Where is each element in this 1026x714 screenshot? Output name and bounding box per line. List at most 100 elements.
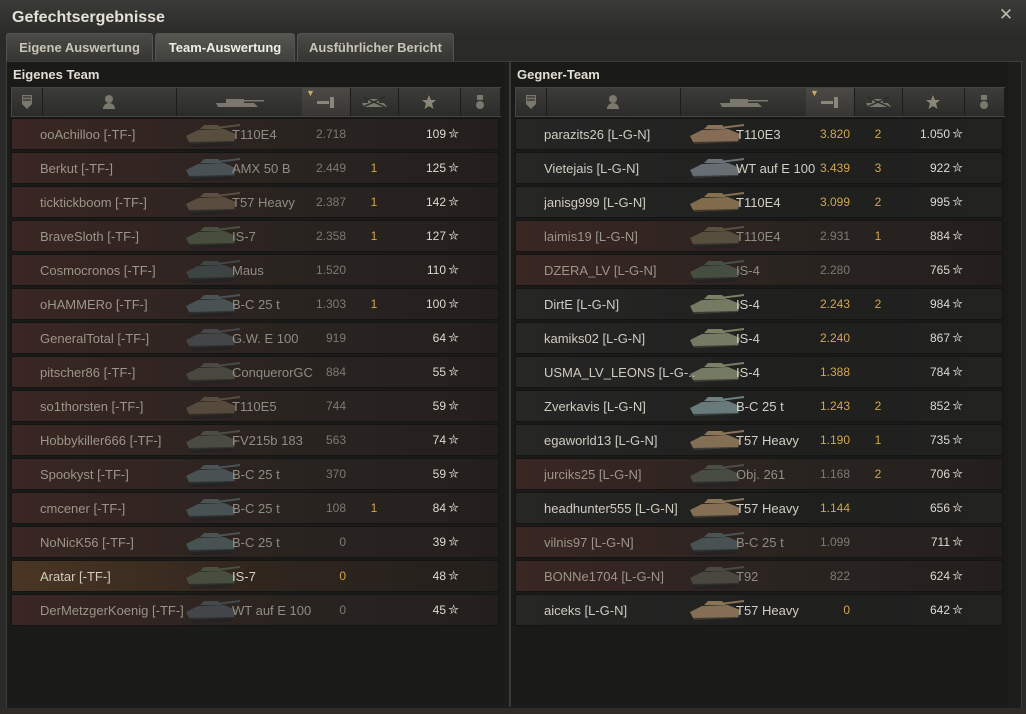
damage-icon xyxy=(315,95,337,109)
experience-value: 64 xyxy=(432,331,446,345)
kills-value: 1 xyxy=(874,433,882,447)
player-row[interactable]: vilnis97 [L-G-N] B-C 25 t 1.099 711 ✮ xyxy=(515,526,1003,558)
star-icon: ✮ xyxy=(448,160,459,175)
player-row[interactable]: DZERA_LV [L-G-N] IS-4 2.280 765 ✮ xyxy=(515,254,1003,286)
tab-eigene-auswertung[interactable]: Eigene Auswertung xyxy=(6,33,153,61)
star-icon: ✮ xyxy=(448,602,459,617)
vehicle-name: IS-4 xyxy=(736,297,760,312)
player-row[interactable]: laimis19 [L-G-N] T110E4 2.931 1 884 ✮ xyxy=(515,220,1003,252)
damage-value: 1.099 xyxy=(819,535,850,549)
player-row[interactable]: Cosmocronos [-TF-] Maus 1.520 110 ✮ xyxy=(11,254,499,286)
damage-value: 0 xyxy=(339,603,346,617)
column-damage-header[interactable]: ▼ xyxy=(806,88,855,116)
player-name: Hobbykiller666 [-TF-] xyxy=(40,433,162,448)
player-row[interactable]: Aratar [-TF-] IS-7 0 48 ✮ xyxy=(11,560,499,592)
enemy-team-column-header: ▼ xyxy=(515,87,1005,117)
column-destroyed-tank-header[interactable] xyxy=(350,88,399,116)
player-row[interactable]: aiceks [L-G-N] T57 Heavy 0 642 ✮ xyxy=(515,594,1003,626)
star-icon: ✮ xyxy=(952,534,963,549)
star-icon: ✮ xyxy=(952,160,963,175)
player-name: DZERA_LV [L-G-N] xyxy=(544,263,657,278)
column-medal-header[interactable] xyxy=(460,88,501,116)
player-row[interactable]: BONNe1704 [L-G-N] T92 822 624 ✮ xyxy=(515,560,1003,592)
vehicle-name: IS-4 xyxy=(736,365,760,380)
column-rank-badge-header[interactable] xyxy=(516,88,547,116)
player-name: Cosmocronos [-TF-] xyxy=(40,263,156,278)
player-row[interactable]: DerMetzgerKoenig [-TF-] WT auf E 100 0 45 ✮ xyxy=(11,594,499,626)
experience-value: 48 xyxy=(432,569,446,583)
experience-value: 59 xyxy=(432,399,446,413)
damage-value: 3.439 xyxy=(819,161,850,175)
experience-value: 100 xyxy=(425,297,446,311)
player-name: cmcener [-TF-] xyxy=(40,501,126,516)
star-icon: ✮ xyxy=(952,500,963,515)
star-icon: ✮ xyxy=(952,432,963,447)
player-row[interactable]: DirtE [L-G-N] IS-4 2.243 2 984 ✮ xyxy=(515,288,1003,320)
destroyed-tank-icon xyxy=(359,95,389,109)
column-player-header[interactable] xyxy=(42,88,177,116)
player-row[interactable]: jurciks25 [L-G-N] Obj. 261 1.168 2 706 ✮ xyxy=(515,458,1003,490)
player-name: laimis19 [L-G-N] xyxy=(544,229,638,244)
player-row[interactable]: pitscher86 [-TF-] ConquerorGC 884 55 ✮ xyxy=(11,356,499,388)
player-row[interactable]: parazits26 [L-G-N] T110E3 3.820 2 1.050 ✮ xyxy=(515,118,1003,150)
player-name: janisg999 [L-G-N] xyxy=(544,195,646,210)
damage-value: 0 xyxy=(339,535,346,549)
window-title: Gefechtsergebnisse xyxy=(12,9,165,26)
column-tank-header[interactable] xyxy=(680,88,807,116)
column-tank-header[interactable] xyxy=(176,88,303,116)
column-destroyed-tank-header[interactable] xyxy=(854,88,903,116)
player-row[interactable]: USMA_LV_LEONS [L-G-.. IS-4 1.388 784 ✮ xyxy=(515,356,1003,388)
player-row[interactable]: Hobbykiller666 [-TF-] FV215b 183 563 74 ✮ xyxy=(11,424,499,456)
damage-value: 822 xyxy=(829,569,850,583)
damage-value: 1.520 xyxy=(315,263,346,277)
column-rank-badge-header[interactable] xyxy=(12,88,43,116)
column-player-header[interactable] xyxy=(546,88,681,116)
damage-value: 2.280 xyxy=(819,263,850,277)
star-icon xyxy=(925,94,941,110)
tab-ausfuehrlicher-bericht[interactable]: Ausführlicher Bericht xyxy=(297,33,454,61)
player-row[interactable]: oHAMMERo [-TF-] B-C 25 t 1.303 1 100 ✮ xyxy=(11,288,499,320)
player-row[interactable]: Zverkavis [L-G-N] B-C 25 t 1.243 2 852 ✮ xyxy=(515,390,1003,422)
tab-team-auswertung[interactable]: Team-Auswertung xyxy=(155,33,295,61)
player-row[interactable]: ticktickboom [-TF-] T57 Heavy 2.387 1 142 ✮ xyxy=(11,186,499,218)
player-name: parazits26 [L-G-N] xyxy=(544,127,651,142)
player-row[interactable]: GeneralTotal [-TF-] G.W. E 100 919 64 ✮ xyxy=(11,322,499,354)
player-row[interactable]: janisg999 [L-G-N] T110E4 3.099 2 995 ✮ xyxy=(515,186,1003,218)
player-row[interactable]: ooAchilloo [-TF-] T110E4 2.718 109 ✮ xyxy=(11,118,499,150)
player-icon xyxy=(606,94,620,110)
vehicle-name: T57 Heavy xyxy=(736,501,799,516)
own-team-panel: Eigenes Team ▼ ooAchilloo [-TF-] T110E4 2.… xyxy=(7,62,504,707)
player-name: kamiks02 [L-G-N] xyxy=(544,331,646,346)
title-bar[interactable]: Gefechtsergebnisse ✕ xyxy=(0,0,1026,34)
player-row[interactable]: headhunter555 [L-G-N] T57 Heavy 1.144 656 ✮ xyxy=(515,492,1003,524)
column-medal-header[interactable] xyxy=(964,88,1005,116)
vehicle-name: B-C 25 t xyxy=(736,399,784,414)
player-row[interactable]: BraveSloth [-TF-] IS-7 2.358 1 127 ✮ xyxy=(11,220,499,252)
column-star-header[interactable] xyxy=(902,88,965,116)
player-name: GeneralTotal [-TF-] xyxy=(40,331,150,346)
star-icon: ✮ xyxy=(448,568,459,583)
vehicle-name: IS-4 xyxy=(736,263,760,278)
player-row[interactable]: cmcener [-TF-] B-C 25 t 108 1 84 ✮ xyxy=(11,492,499,524)
player-name: jurciks25 [L-G-N] xyxy=(544,467,642,482)
experience-value: 1.050 xyxy=(919,127,950,141)
player-row[interactable]: kamiks02 [L-G-N] IS-4 2.240 867 ✮ xyxy=(515,322,1003,354)
vehicle-name: T110E4 xyxy=(232,127,277,142)
column-star-header[interactable] xyxy=(398,88,461,116)
player-row[interactable]: Spookyst [-TF-] B-C 25 t 370 59 ✮ xyxy=(11,458,499,490)
player-row[interactable]: NoNicK56 [-TF-] B-C 25 t 0 39 ✮ xyxy=(11,526,499,558)
experience-value: 711 xyxy=(930,535,950,549)
player-row[interactable]: so1thorsten [-TF-] T110E5 744 59 ✮ xyxy=(11,390,499,422)
column-damage-header[interactable]: ▼ xyxy=(302,88,351,116)
player-name: Vietejais [L-G-N] xyxy=(544,161,640,176)
player-row[interactable]: egaworld13 [L-G-N] T57 Heavy 1.190 1 735 ✮ xyxy=(515,424,1003,456)
player-row[interactable]: Berkut [-TF-] AMX 50 B 2.449 1 125 ✮ xyxy=(11,152,499,184)
close-icon[interactable]: ✕ xyxy=(998,6,1014,23)
experience-value: 706 xyxy=(929,467,950,481)
team-results-content: Eigenes Team ▼ ooAchilloo [-TF-] T110E4 2.… xyxy=(6,61,1022,710)
kills-value: 2 xyxy=(874,467,882,481)
damage-value: 1.303 xyxy=(315,297,346,311)
star-icon: ✮ xyxy=(952,398,963,413)
player-row[interactable]: Vietejais [L-G-N] WT auf E 100 3.439 3 922 ✮ xyxy=(515,152,1003,184)
vehicle-name: IS-7 xyxy=(232,229,256,244)
